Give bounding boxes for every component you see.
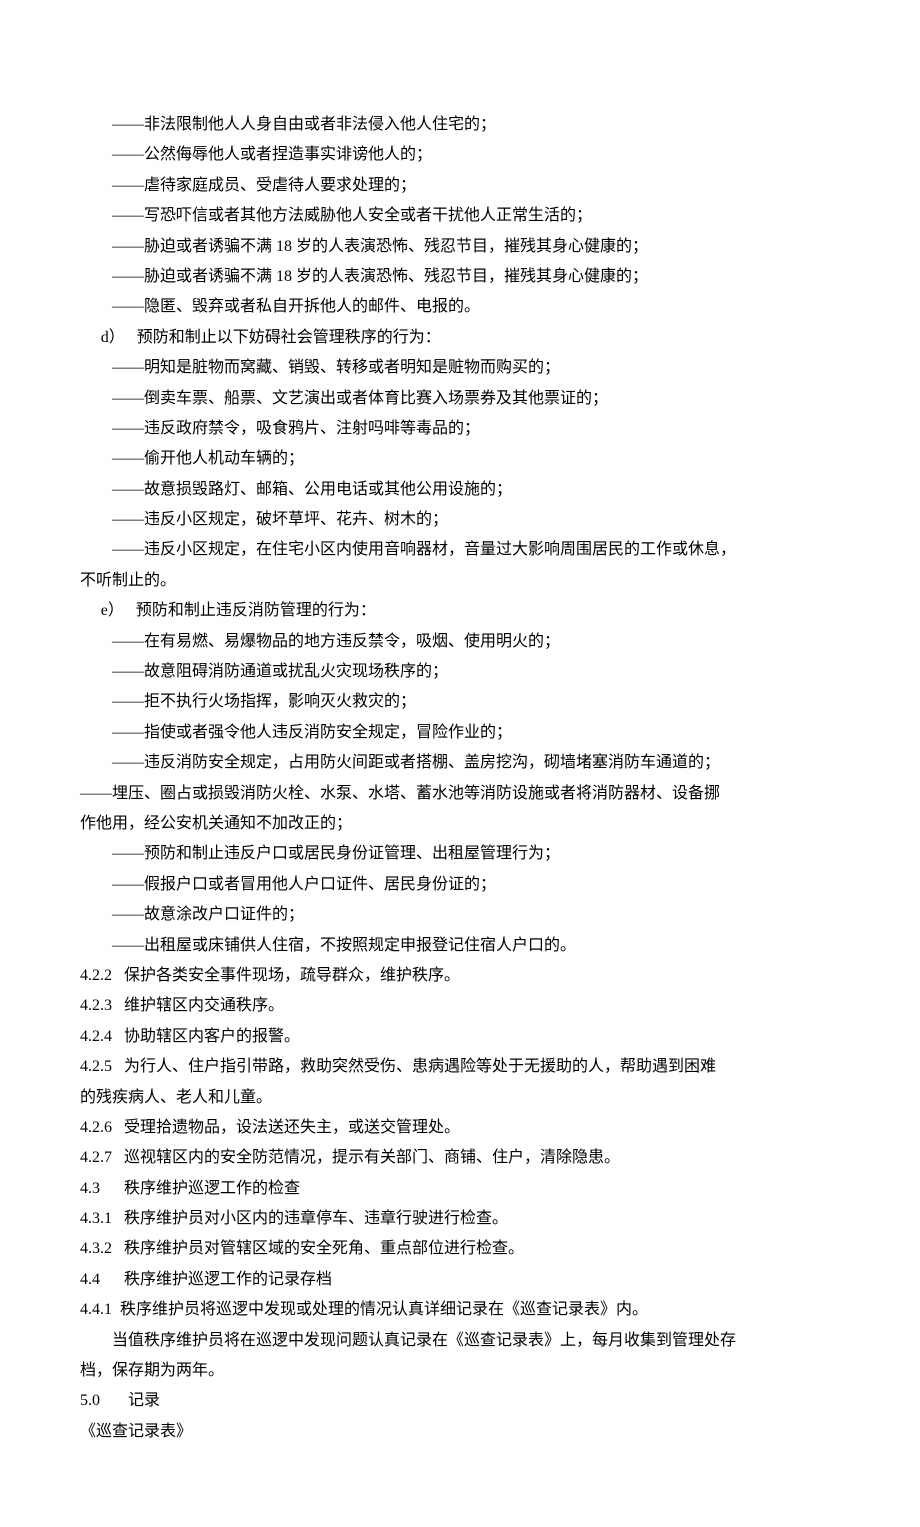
text-line: ——胁迫或者诱骗不满 18 岁的人表演恐怖、残忍节目，摧残其身心健康的； [80,232,840,262]
text-line: d） 预防和制止以下妨碍社会管理秩序的行为： [80,323,840,353]
text-line: ——违反小区规定，在住宅小区内使用音响器材，音量过大影响周围居民的工作或休息， [80,535,840,565]
text-line: 4.2.4 协助辖区内客户的报警。 [80,1022,840,1052]
text-line: 4.3.1 秩序维护员对小区内的违章停车、违章行驶进行检查。 [80,1204,840,1234]
text-line: 4.4 秩序维护巡逻工作的记录存档 [80,1265,840,1295]
text-line: ——虐待家庭成员、受虐待人要求处理的； [80,171,840,201]
text-line: ——违反政府禁令，吸食鸦片、注射吗啡等毒品的； [80,414,840,444]
text-line: 4.3.2 秩序维护员对管辖区域的安全死角、重点部位进行检查。 [80,1234,840,1264]
text-line: ——隐匿、毁弃或者私自开拆他人的邮件、电报的。 [80,292,840,322]
text-line: 5.0 记录 [80,1386,840,1416]
text-line: 4.3 秩序维护巡逻工作的检查 [80,1174,840,1204]
text-line: ——违反小区规定，破坏草坪、花卉、树木的； [80,505,840,535]
text-line: ——指使或者强令他人违反消防安全规定，冒险作业的； [80,718,840,748]
text-line: ——出租屋或床铺供人住宿，不按照规定申报登记住宿人户口的。 [80,931,840,961]
text-line: 4.4.1 秩序维护员将巡逻中发现或处理的情况认真详细记录在《巡查记录表》内。 [80,1295,840,1325]
document-page: ——非法限制他人人身自由或者非法侵入他人住宅的；——公然侮辱他人或者捏造事实诽谤… [0,0,920,1527]
text-line: ——写恐吓信或者其他方法威胁他人安全或者干扰他人正常生活的； [80,201,840,231]
text-line: ——故意涂改户口证件的； [80,900,840,930]
document-body: ——非法限制他人人身自由或者非法侵入他人住宅的；——公然侮辱他人或者捏造事实诽谤… [80,110,840,1447]
text-line: ——故意阻碍消防通道或扰乱火灾现场秩序的； [80,657,840,687]
text-line: 《巡查记录表》 [80,1417,840,1447]
text-line: 当值秩序维护员将在巡逻中发现问题认真记录在《巡查记录表》上，每月收集到管理处存 [80,1326,840,1356]
text-line: ——违反消防安全规定，占用防火间距或者搭棚、盖房挖沟，砌墙堵塞消防车通道的； [80,748,840,778]
text-line: 4.2.2 保护各类安全事件现场，疏导群众，维护秩序。 [80,961,840,991]
text-line: e） 预防和制止违反消防管理的行为： [80,596,840,626]
text-line: ——胁迫或者诱骗不满 18 岁的人表演恐怖、残忍节目，摧残其身心健康的； [80,262,840,292]
text-line: 作他用，经公安机关通知不加改正的； [80,809,840,839]
text-line: ——预防和制止违反户口或居民身份证管理、出租屋管理行为； [80,839,840,869]
text-line: 档，保存期为两年。 [80,1356,840,1386]
text-line: 4.2.7 巡视辖区内的安全防范情况，提示有关部门、商铺、住户，清除隐患。 [80,1143,840,1173]
text-line: ——埋压、圈占或损毁消防火栓、水泵、水塔、蓄水池等消防设施或者将消防器材、设备挪 [80,779,840,809]
text-line: ——公然侮辱他人或者捏造事实诽谤他人的； [80,140,840,170]
text-line: ——明知是脏物而窝藏、销毁、转移或者明知是赃物而购买的； [80,353,840,383]
text-line: ——非法限制他人人身自由或者非法侵入他人住宅的； [80,110,840,140]
text-line: ——倒卖车票、船票、文艺演出或者体育比赛入场票券及其他票证的； [80,384,840,414]
text-line: ——故意损毁路灯、邮箱、公用电话或其他公用设施的； [80,475,840,505]
text-line: ——拒不执行火场指挥，影响灭火救灾的； [80,687,840,717]
text-line: ——在有易燃、易爆物品的地方违反禁令，吸烟、使用明火的； [80,627,840,657]
text-line: ——假报户口或者冒用他人户口证件、居民身份证的； [80,870,840,900]
text-line: 4.2.5 为行人、住户指引带路，救助突然受伤、患病遇险等处于无援助的人，帮助遇… [80,1052,840,1082]
text-line: 4.2.3 维护辖区内交通秩序。 [80,991,840,1021]
text-line: 不听制止的。 [80,566,840,596]
text-line: 4.2.6 受理拾遗物品，设法送还失主，或送交管理处。 [80,1113,840,1143]
text-line: 的残疾病人、老人和儿童。 [80,1083,840,1113]
text-line: ——偷开他人机动车辆的； [80,444,840,474]
